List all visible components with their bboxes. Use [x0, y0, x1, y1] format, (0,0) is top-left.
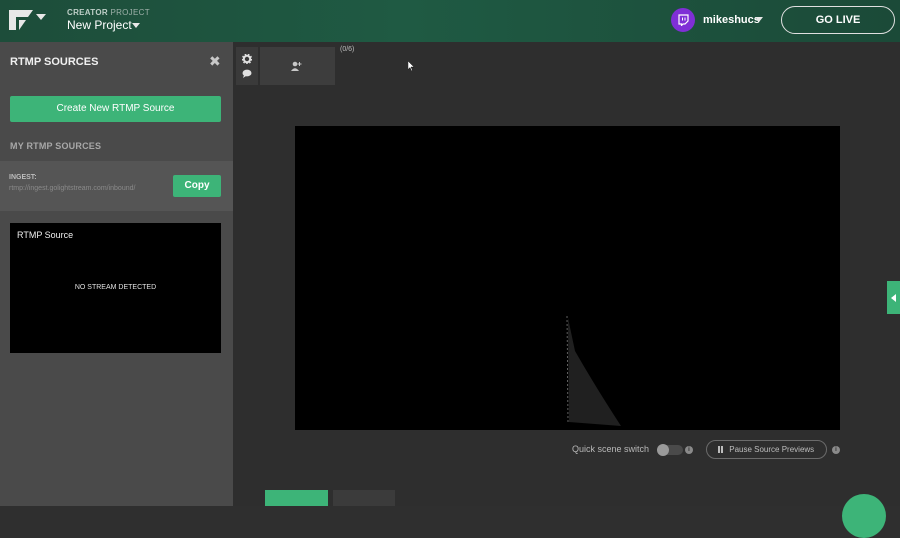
pause-icon: [717, 445, 723, 454]
ingest-label: INGEST:: [9, 174, 37, 181]
top-bar: CREATOR PROJECT New Project mikeshucs GO…: [0, 0, 900, 42]
username[interactable]: mikeshucs: [703, 14, 760, 26]
copy-button[interactable]: Copy: [173, 175, 221, 197]
stream-status: NO STREAM DETECTED: [74, 284, 157, 291]
toggle-knob: [657, 444, 669, 456]
pause-label: Pause Source Previews: [729, 445, 815, 454]
quick-scene-switch-label: Quick scene switch: [572, 444, 650, 454]
add-scene-button[interactable]: [260, 47, 335, 85]
source-name: RTMP Source: [17, 230, 74, 240]
floating-action-button[interactable]: [842, 494, 886, 538]
info-icon[interactable]: i: [832, 446, 840, 454]
my-rtmp-sources-heading: MY RTMP SOURCES: [10, 141, 102, 151]
scene-tools: [236, 47, 258, 85]
rtmp-sources-panel: RTMP SOURCES ✖ Create New RTMP Source MY…: [0, 42, 233, 506]
info-icon[interactable]: i: [685, 446, 693, 454]
rtmp-source-card[interactable]: RTMP Source NO STREAM DETECTED: [10, 223, 221, 353]
close-icon[interactable]: ✖: [209, 53, 221, 70]
user-menu-chevron-down-icon[interactable]: [755, 17, 763, 22]
scene-count: (0/6): [340, 46, 355, 53]
panel-title: RTMP SOURCES: [10, 56, 99, 68]
expand-right-panel-chevron-icon[interactable]: [887, 281, 900, 314]
mouse-cursor-icon: [408, 61, 414, 71]
pause-source-previews-button[interactable]: Pause Source Previews: [706, 440, 827, 459]
go-live-button[interactable]: GO LIVE: [781, 6, 895, 34]
chat-icon[interactable]: [242, 69, 252, 78]
project-chevron-down-icon[interactable]: [132, 23, 140, 28]
logo-menu-chevron-icon[interactable]: [36, 14, 46, 20]
preview-artifact: [566, 315, 621, 426]
project-name[interactable]: New Project: [67, 18, 132, 32]
lightstream-logo[interactable]: [8, 8, 34, 32]
twitch-icon: [678, 14, 689, 26]
quick-scene-switch-toggle[interactable]: [657, 444, 683, 456]
bottom-tab-active[interactable]: [265, 490, 328, 506]
stream-preview-canvas[interactable]: [295, 126, 840, 430]
add-user-icon: [291, 61, 302, 71]
bottom-tab[interactable]: [333, 490, 395, 506]
ingest-box: INGEST: rtmp://ingest.golightstream.com/…: [0, 161, 233, 211]
gear-icon[interactable]: [242, 54, 252, 64]
ingest-url: rtmp://ingest.golightstream.com/inbound/: [9, 185, 136, 192]
project-type-label: CREATOR PROJECT: [67, 8, 150, 17]
create-rtmp-source-button[interactable]: Create New RTMP Source: [10, 96, 221, 122]
twitch-avatar[interactable]: [671, 8, 695, 32]
